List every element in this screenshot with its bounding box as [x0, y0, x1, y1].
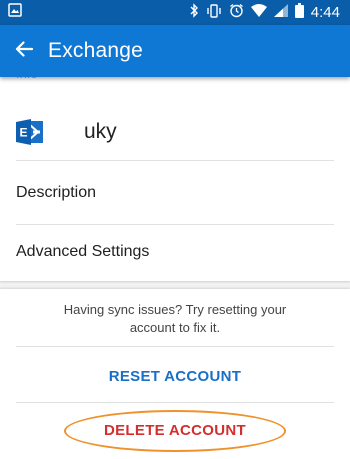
divider [16, 402, 334, 403]
advanced-settings-label: Advanced Settings [16, 243, 150, 260]
wifi-icon [250, 4, 267, 21]
description-label: Description [16, 184, 97, 201]
signal-icon [273, 4, 288, 21]
description-item[interactable]: Description [16, 165, 334, 221]
image-notification-icon [8, 3, 22, 22]
status-bar: 4:44 [0, 0, 350, 25]
account-row: E uky [16, 102, 334, 162]
battery-icon [294, 3, 304, 22]
account-info-card: Info E uky Description Advanced Settings [0, 66, 350, 281]
back-button[interactable] [0, 25, 48, 77]
account-actions-card: Having sync issues? Try resetting your a… [0, 289, 350, 459]
advanced-settings-item[interactable]: Advanced Settings [16, 224, 334, 280]
status-time: 4:44 [310, 4, 340, 21]
app-bar: Exchange [0, 25, 350, 77]
bluetooth-icon [189, 3, 199, 22]
exchange-icon: E [16, 118, 44, 146]
arrow-left-icon [15, 40, 34, 63]
divider [16, 346, 334, 347]
svg-text:E: E [20, 126, 28, 140]
account-name: uky [84, 120, 117, 143]
vibrate-icon [206, 3, 222, 22]
reset-account-button[interactable]: RESET ACCOUNT [16, 351, 334, 401]
status-right: 4:44 [189, 3, 340, 22]
status-left [8, 3, 22, 22]
divider [16, 160, 334, 161]
page-title: Exchange [48, 39, 144, 62]
delete-account-button[interactable]: DELETE ACCOUNT [16, 405, 334, 455]
alarm-icon [229, 3, 244, 22]
sync-issues-message: Having sync issues? Try resetting your a… [63, 302, 287, 335]
